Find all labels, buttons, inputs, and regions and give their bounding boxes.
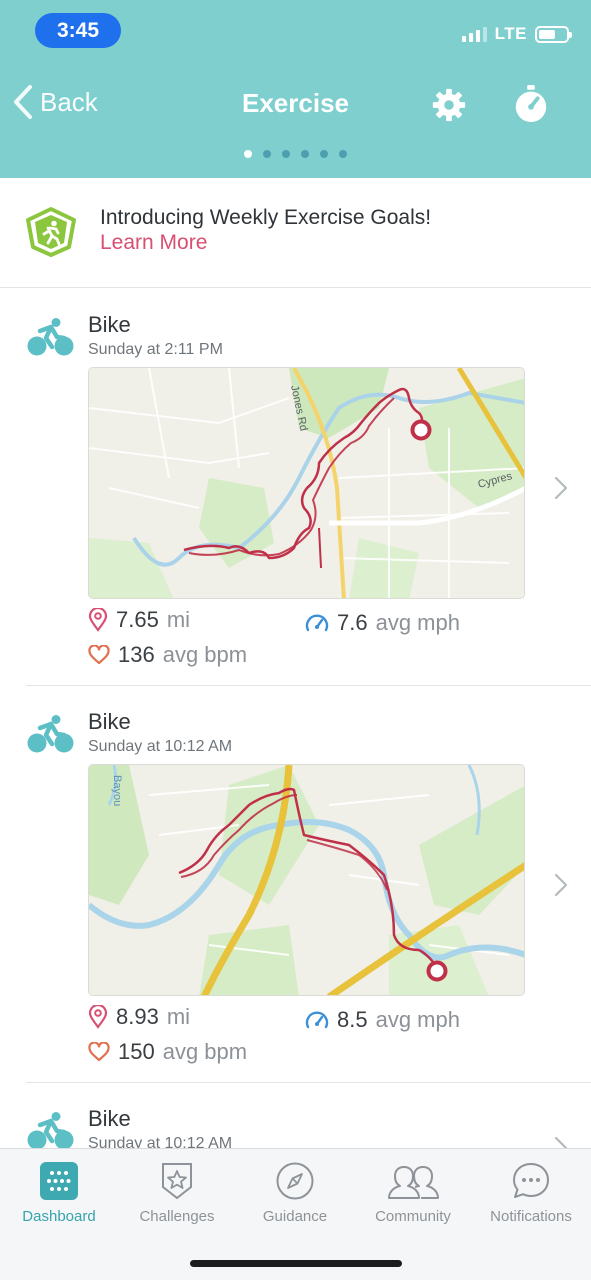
speed-value: 8.5 [337, 1007, 368, 1032]
activity-time: Sunday at 10:12 AM [88, 738, 233, 755]
activity-card[interactable]: Bike Sunday at 10:12 AM [0, 1083, 591, 1148]
heart-icon [88, 645, 110, 665]
tab-label: Community [375, 1208, 451, 1225]
chevron-right-icon[interactable] [550, 872, 570, 898]
heart-rate-stat: 150 avg bpm [88, 1039, 247, 1065]
heart-rate-stat: 136 avg bpm [88, 642, 247, 668]
location-pin-icon [88, 1005, 108, 1029]
back-label: Back [40, 86, 98, 117]
tab-label: Dashboard [22, 1208, 96, 1225]
speed-unit: avg mph [375, 610, 460, 635]
tab-community[interactable]: Community [354, 1161, 472, 1225]
distance-value: 8.93 [116, 1004, 159, 1029]
network-label: LTE [494, 24, 527, 43]
activity-type: Bike [88, 312, 131, 337]
route-map[interactable]: Jones Rd Cypres [88, 367, 525, 599]
location-pin-icon [88, 608, 108, 632]
activity-type: Bike [88, 1106, 131, 1131]
tab-label: Notifications [490, 1208, 572, 1225]
speed-unit: avg mph [375, 1007, 460, 1032]
activity-card[interactable]: Bike Sunday at 10:12 AM [0, 686, 591, 1082]
back-button[interactable]: Back [12, 84, 98, 120]
chevron-right-icon[interactable] [550, 1135, 570, 1148]
battery-icon [535, 25, 572, 43]
activity-type: Bike [88, 709, 131, 734]
promo-banner[interactable]: Introducing Weekly Exercise Goals! Learn… [0, 178, 591, 288]
speed-value: 7.6 [337, 610, 368, 635]
heart-rate-unit: avg bpm [162, 1039, 248, 1064]
heart-rate-unit: avg bpm [162, 642, 248, 667]
running-goal-badge-icon [26, 207, 76, 257]
distance-stat: 8.93 mi [88, 1004, 190, 1030]
tab-notifications[interactable]: Notifications [472, 1161, 590, 1225]
distance-unit: mi [166, 607, 191, 632]
heart-icon [88, 1042, 110, 1062]
bike-icon [27, 318, 74, 356]
tab-dashboard[interactable]: Dashboard [0, 1161, 118, 1225]
distance-value: 7.65 [116, 607, 159, 632]
stopwatch-icon[interactable] [512, 84, 550, 124]
tab-label: Guidance [262, 1208, 328, 1225]
speed-stat: 8.5 avg mph [305, 1007, 460, 1033]
signal-icon [461, 26, 487, 42]
activity-time: Sunday at 2:11 PM [88, 341, 223, 358]
promo-title: Introducing Weekly Exercise Goals! [100, 206, 432, 229]
heart-rate-value: 136 [118, 642, 155, 667]
dashboard-grid-icon [40, 1162, 78, 1200]
header: 3:45 LTE Back Exercise [0, 0, 591, 178]
page-dot [244, 150, 252, 158]
status-indicators: LTE [461, 24, 572, 44]
tab-challenges[interactable]: Challenges [118, 1161, 236, 1225]
activity-card[interactable]: Bike Sunday at 2:11 PM Jones Rd Cypres 7… [0, 289, 591, 685]
page-dot [282, 150, 290, 158]
star-badge-icon [162, 1163, 192, 1200]
page-dot [339, 150, 347, 158]
chevron-right-icon[interactable] [550, 475, 570, 501]
home-indicator[interactable] [190, 1260, 402, 1267]
page-dot [263, 150, 271, 158]
tab-label: Challenges [139, 1208, 215, 1225]
learn-more-link[interactable]: Learn More [100, 231, 207, 255]
map-label: Bayou [111, 775, 123, 806]
people-icon [388, 1166, 439, 1199]
tab-guidance[interactable]: Guidance [236, 1161, 354, 1225]
chevron-left-icon [14, 85, 32, 119]
status-time: 3:45 [35, 13, 121, 48]
page-dot [320, 150, 328, 158]
bike-icon [27, 715, 74, 753]
activity-time: Sunday at 10:12 AM [88, 1135, 233, 1148]
chat-bubble-icon [513, 1163, 549, 1198]
compass-icon [276, 1162, 314, 1200]
bike-icon [27, 1112, 74, 1148]
speed-stat: 7.6 avg mph [305, 610, 460, 636]
speedometer-icon [305, 1011, 329, 1029]
page-dot [301, 150, 309, 158]
distance-unit: mi [166, 1004, 191, 1029]
heart-rate-value: 150 [118, 1039, 155, 1064]
gear-icon[interactable] [430, 86, 468, 124]
page-indicator [244, 150, 347, 158]
speedometer-icon [305, 614, 329, 632]
distance-stat: 7.65 mi [88, 607, 190, 633]
route-map[interactable]: Bayou [88, 764, 525, 996]
